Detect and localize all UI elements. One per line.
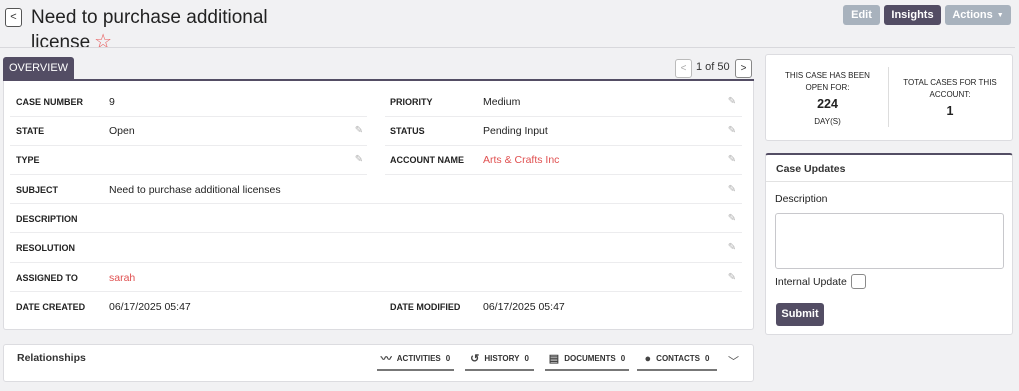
- contacts-icon: ●: [644, 353, 652, 365]
- pager-prev-button[interactable]: <: [675, 59, 692, 78]
- row-divider: [385, 116, 742, 117]
- rel-tab-activities[interactable]: 〰 ACTIVITIES 0: [377, 347, 454, 371]
- history-icon: ↺: [470, 353, 480, 365]
- rel-tab-count: 0: [620, 354, 626, 363]
- actions-button-label: Actions: [952, 9, 993, 21]
- edit-state-icon[interactable]: ✎: [354, 125, 364, 136]
- row-divider: [10, 291, 742, 292]
- chevron-down-icon[interactable]: ﹀: [728, 353, 739, 369]
- rel-tab-label: HISTORY: [484, 354, 520, 363]
- internal-update-checkbox[interactable]: [851, 274, 866, 289]
- page-title: Need to purchase additional license☆ s: [31, 5, 331, 80]
- rel-tab-label: DOCUMENTS: [564, 354, 616, 363]
- update-description-label: Description: [775, 193, 828, 205]
- case-number-value: 9: [109, 96, 115, 108]
- header-divider: [0, 47, 1015, 48]
- case-updates-title: Case Updates: [776, 163, 846, 175]
- row-divider: [385, 145, 742, 146]
- rel-tab-count: 0: [705, 354, 710, 363]
- row-divider: [10, 174, 367, 175]
- pager-next-button[interactable]: >: [735, 59, 752, 78]
- total-cases-label: TOTAL CASES FOR THIS ACCOUNT:: [903, 78, 997, 99]
- assigned-to-link[interactable]: sarah: [109, 272, 135, 284]
- row-divider: [10, 203, 742, 204]
- rel-tab-documents[interactable]: ▤ DOCUMENTS 0: [545, 347, 629, 371]
- edit-status-icon[interactable]: ✎: [727, 125, 737, 136]
- date-created-label: DATE CREATED: [16, 302, 86, 312]
- rel-tab-label: CONTACTS: [656, 354, 701, 363]
- status-label: STATUS: [390, 126, 425, 136]
- row-divider: [385, 174, 742, 175]
- rel-tab-label: ACTIVITIES: [396, 354, 441, 363]
- account-name-label: ACCOUNT NAME: [390, 155, 464, 165]
- rel-tab-count: 0: [524, 354, 529, 363]
- date-modified-value: 06/17/2025 05:47: [483, 301, 565, 313]
- row-divider: [10, 116, 367, 117]
- actions-button[interactable]: Actions ▼: [945, 5, 1011, 25]
- date-modified-label: DATE MODIFIED: [390, 302, 461, 312]
- internal-update-label: Internal Update: [775, 276, 847, 288]
- rel-tab-contacts[interactable]: ● CONTACTS 0: [637, 347, 717, 371]
- subject-label: SUBJECT: [16, 185, 59, 195]
- edit-priority-icon[interactable]: ✎: [727, 96, 737, 107]
- pager-count: 1 of 50: [696, 61, 730, 73]
- open-duration-label: THIS CASE HAS BEEN OPEN FOR:: [785, 71, 870, 92]
- edit-resolution-icon[interactable]: ✎: [727, 242, 737, 253]
- rel-tab-history[interactable]: ↺ HISTORY 0: [465, 347, 534, 371]
- relationships-title: Relationships: [17, 352, 86, 364]
- row-divider: [10, 262, 742, 263]
- state-label: STATE: [16, 126, 45, 136]
- edit-assigned-icon[interactable]: ✎: [727, 272, 737, 283]
- star-icon[interactable]: ☆: [94, 31, 112, 53]
- submit-button[interactable]: Submit: [776, 303, 824, 326]
- status-value: Pending Input: [483, 125, 548, 137]
- priority-value: Medium: [483, 96, 521, 108]
- subject-value: Need to purchase additional licenses: [109, 184, 281, 196]
- edit-button[interactable]: Edit: [843, 5, 880, 25]
- open-duration-value: 224: [817, 97, 838, 111]
- edit-type-icon[interactable]: ✎: [354, 154, 364, 165]
- edit-description-icon[interactable]: ✎: [727, 213, 737, 224]
- type-label: TYPE: [16, 155, 40, 165]
- stats-divider: [888, 67, 889, 127]
- documents-icon: ▤: [548, 353, 560, 365]
- overview-panel: [3, 81, 754, 330]
- edit-account-icon[interactable]: ✎: [727, 154, 737, 165]
- back-button[interactable]: <: [5, 8, 22, 27]
- rel-tab-count: 0: [445, 354, 451, 363]
- open-duration-unit: DAY(S): [814, 117, 841, 126]
- row-divider: [10, 145, 367, 146]
- date-created-value: 06/17/2025 05:47: [109, 301, 191, 313]
- tab-underline: [3, 79, 754, 81]
- resolution-label: RESOLUTION: [16, 243, 76, 253]
- total-cases-value: 1: [946, 104, 954, 118]
- update-description-field[interactable]: [775, 213, 1004, 269]
- assigned-to-label: ASSIGNED TO: [16, 273, 78, 283]
- state-value: Open: [109, 125, 135, 137]
- caret-down-icon: ▼: [996, 12, 1004, 19]
- account-name-link[interactable]: Arts & Crafts Inc: [483, 154, 559, 166]
- case-updates-divider: [766, 181, 1012, 182]
- activity-icon: 〰: [380, 353, 392, 365]
- priority-label: PRIORITY: [390, 97, 433, 107]
- edit-subject-icon[interactable]: ✎: [727, 184, 737, 195]
- tab-overview[interactable]: OVERVIEW: [3, 57, 74, 80]
- row-divider: [10, 232, 742, 233]
- description-label: DESCRIPTION: [16, 214, 78, 224]
- insights-button[interactable]: Insights: [884, 5, 941, 25]
- case-number-label: CASE NUMBER: [16, 97, 84, 107]
